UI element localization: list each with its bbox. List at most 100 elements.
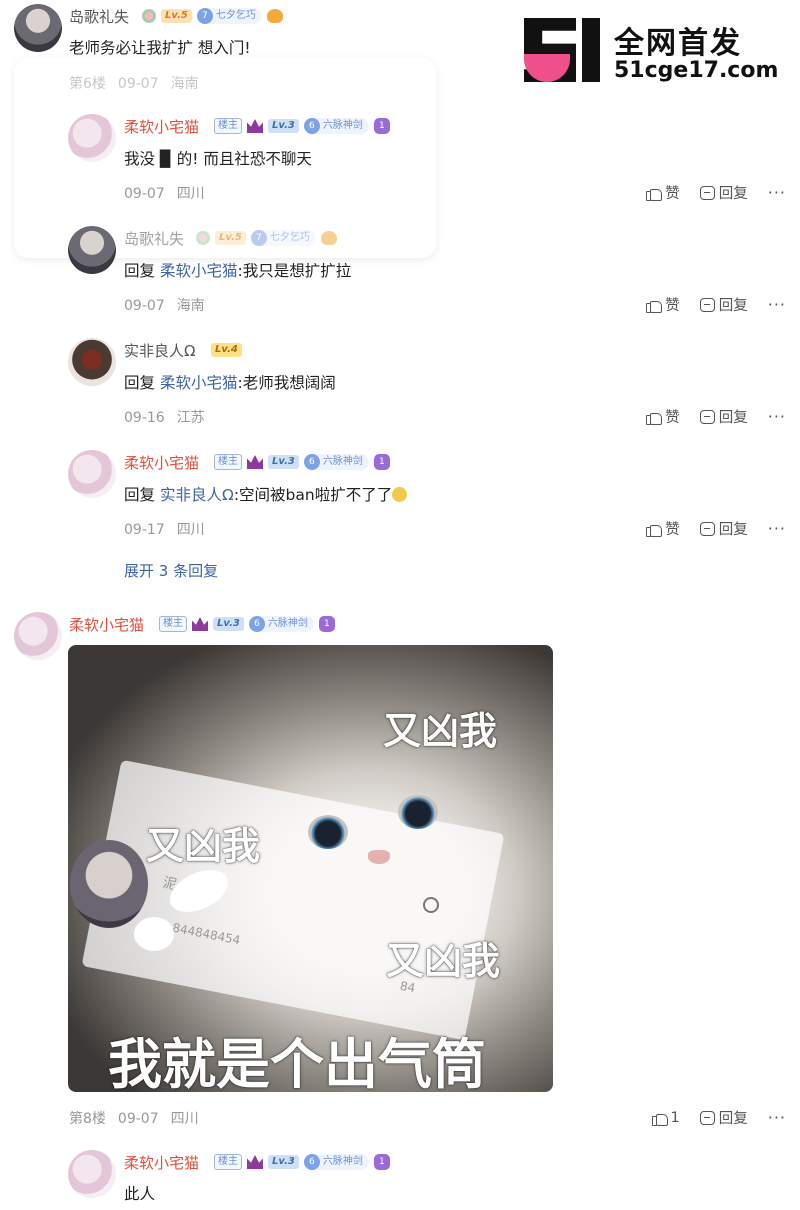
- medal-badge: 6 六脉神剑: [248, 616, 314, 632]
- meme-image[interactable]: 泥 844848454 84 又凶我 又凶我 又凶我 我就是个出气筒: [68, 645, 553, 1092]
- comment-icon: [699, 185, 715, 200]
- medal-badge: 6 六脉神剑: [303, 1154, 369, 1170]
- reply-actions: 赞 回复 ···: [646, 294, 786, 315]
- cat-eye: [398, 795, 438, 829]
- comment-icon: [699, 409, 715, 424]
- cat-nose: [368, 850, 390, 864]
- reply-button[interactable]: 回复: [699, 518, 748, 539]
- reply-meta: 09-07 四川: [124, 186, 205, 202]
- flower-icon: [142, 9, 156, 23]
- site-watermark-logo: 全网首发 51cge17.com: [524, 18, 794, 88]
- card-avatar: [70, 840, 148, 928]
- thumb-up-icon: [646, 297, 663, 313]
- reply-username[interactable]: 柔软小宅猫: [124, 452, 199, 473]
- reply-meta: 09-17 四川: [124, 522, 205, 538]
- more-icon[interactable]: ···: [768, 295, 786, 314]
- comment-text: 老师务必让我扩扩 想入门!: [69, 39, 251, 57]
- like-button[interactable]: 赞: [646, 518, 680, 539]
- watermark-title: 全网首发: [614, 26, 742, 61]
- reply-button[interactable]: 回复: [699, 1107, 748, 1128]
- reply-to-link[interactable]: 柔软小宅猫: [160, 262, 238, 280]
- avatar[interactable]: [68, 338, 116, 386]
- avatar[interactable]: [14, 612, 62, 660]
- avatar[interactable]: [68, 1150, 116, 1198]
- thumb-up-icon: [646, 521, 663, 537]
- reply-to-link[interactable]: 柔软小宅猫: [160, 374, 238, 392]
- purple-badge: 1: [373, 118, 390, 134]
- reply-meta: 09-16 江苏: [124, 410, 205, 426]
- user-badges: 楼主 Lv.3 6 六脉神剑 1: [214, 453, 390, 471]
- avatar[interactable]: [68, 114, 116, 162]
- reply-to-link[interactable]: 实非良人Ω: [160, 486, 234, 504]
- medal-badge: 7 七夕乞巧: [196, 8, 262, 24]
- level-badge: Lv.4: [211, 343, 242, 357]
- meme-caption-middle: 又凶我: [146, 824, 261, 868]
- comment-username[interactable]: 柔软小宅猫: [69, 614, 144, 635]
- comment-meta: 第8楼 09-07 四川: [69, 1111, 199, 1127]
- reply-text: 回复 柔软小宅猫:老师我想阔阔: [124, 374, 336, 392]
- level-badge: Lv.3: [268, 455, 299, 469]
- thumb-up-icon: [646, 409, 663, 425]
- thumb-up-icon: [651, 1110, 668, 1126]
- more-icon[interactable]: ···: [768, 519, 786, 538]
- user-badges: Lv.4: [211, 341, 242, 359]
- like-button[interactable]: 赞: [646, 406, 680, 427]
- comment-actions: 1 回复 ···: [651, 1107, 787, 1128]
- emoji-badge-icon: [266, 9, 283, 23]
- meme-caption-top: 又凶我: [383, 709, 498, 753]
- crown-icon: [247, 455, 263, 469]
- like-button[interactable]: 赞: [646, 294, 680, 315]
- avatar[interactable]: [14, 4, 62, 52]
- owner-badge: 楼主: [214, 118, 242, 134]
- like-button[interactable]: 赞: [646, 182, 680, 203]
- user-badges: Lv.5 7 七夕乞巧: [196, 229, 337, 247]
- owner-badge: 楼主: [159, 616, 187, 632]
- crown-icon: [247, 1155, 263, 1169]
- meme-caption-right: 又凶我: [386, 939, 501, 983]
- reply-text: 我没 ▉ 的! 而且社恐不聊天: [124, 150, 312, 168]
- comment-username[interactable]: 岛歌礼失: [69, 6, 129, 27]
- owner-badge: 楼主: [214, 454, 242, 470]
- comment-meta: 第6楼 09-07 海南: [69, 76, 199, 92]
- reply-text: 回复 实非良人Ω:空间被ban啦扩不了了: [124, 483, 408, 505]
- more-icon[interactable]: ···: [768, 183, 786, 202]
- redaction-blob: [134, 917, 174, 951]
- like-button[interactable]: 1: [651, 1110, 680, 1126]
- avatar[interactable]: [68, 450, 116, 498]
- crown-icon: [192, 617, 208, 631]
- reply-meta: 09-07 海南: [124, 298, 205, 314]
- user-badges: Lv.5 7 七夕乞巧: [142, 7, 283, 25]
- reply-button[interactable]: 回复: [699, 182, 748, 203]
- expand-replies-link[interactable]: 展开 3 条回复: [124, 560, 218, 581]
- level-badge: Lv.3: [268, 119, 299, 133]
- more-icon[interactable]: ···: [768, 1108, 786, 1127]
- watermark-url: 51cge17.com: [614, 58, 779, 83]
- logo-mark-1: [582, 18, 600, 82]
- meme-caption-bottom: 我就是个出气筒: [108, 1033, 486, 1092]
- cat-eye: [308, 815, 348, 849]
- medal-badge: 6 六脉神剑: [303, 118, 369, 134]
- reply-username[interactable]: 柔软小宅猫: [124, 116, 199, 137]
- level-badge: Lv.3: [268, 1155, 299, 1169]
- user-badges: 楼主 Lv.3 6 六脉神剑 1: [214, 117, 390, 135]
- thumb-up-icon: [646, 185, 663, 201]
- comment-icon: [699, 521, 715, 536]
- level-badge: Lv.5: [215, 231, 246, 245]
- reply-username[interactable]: 岛歌礼失: [124, 228, 184, 249]
- medal-badge: 6 六脉神剑: [303, 454, 369, 470]
- purple-badge: 1: [373, 1154, 390, 1170]
- reply-button[interactable]: 回复: [699, 406, 748, 427]
- avatar[interactable]: [68, 226, 116, 274]
- comment-icon: [699, 1110, 715, 1125]
- reply-button[interactable]: 回复: [699, 294, 748, 315]
- user-badges: 楼主 Lv.3 6 六脉神剑 1: [159, 615, 335, 633]
- reply-actions: 赞 回复 ···: [646, 182, 786, 203]
- reply-username[interactable]: 柔软小宅猫: [124, 1152, 199, 1173]
- gear-icon: [423, 897, 439, 913]
- reply-username[interactable]: 实非良人Ω: [124, 340, 195, 361]
- reply-actions: 赞 回复 ···: [646, 518, 786, 539]
- reply-text: 回复 柔软小宅猫:我只是想扩扩拉: [124, 262, 352, 280]
- more-icon[interactable]: ···: [768, 407, 786, 426]
- medal-badge: 7 七夕乞巧: [250, 230, 316, 246]
- crown-icon: [247, 119, 263, 133]
